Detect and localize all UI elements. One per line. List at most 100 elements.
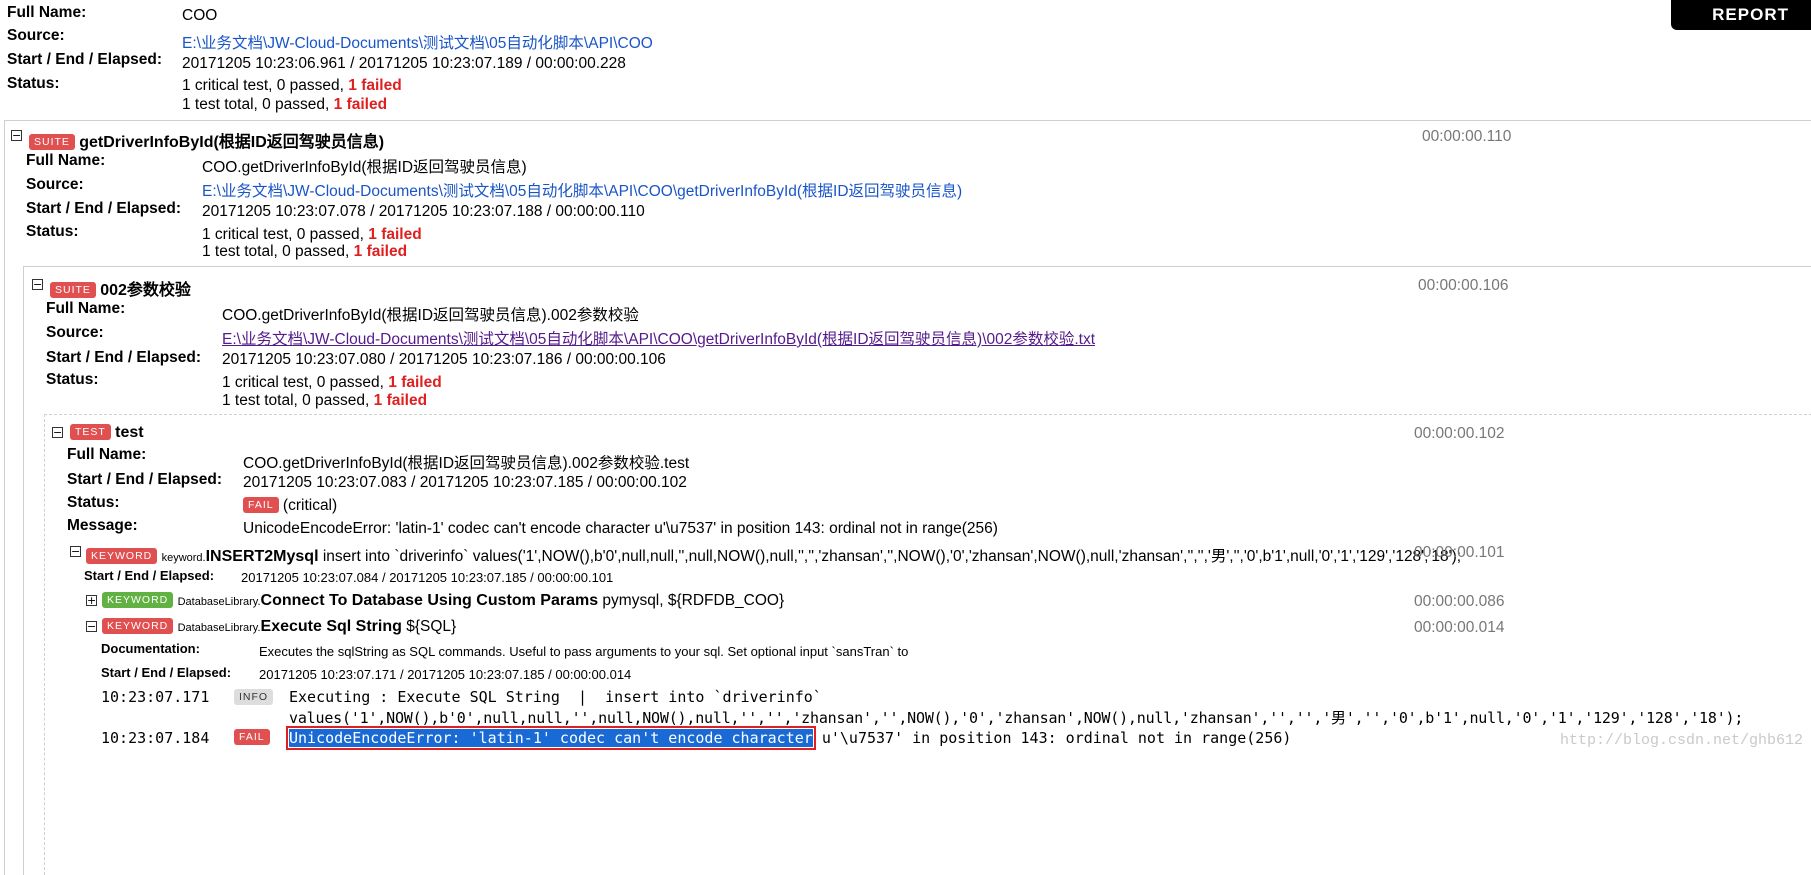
failed-count: 1 failed xyxy=(373,392,428,409)
keyword-args: pymysql, ${RDFDB_COO} xyxy=(602,592,785,609)
suite-elapsed: 00:00:00.110 xyxy=(1422,128,1512,145)
failed-count: 1 failed xyxy=(353,243,408,260)
status-label: Status: xyxy=(46,371,99,388)
test-badge: TEST xyxy=(70,424,111,440)
status-label: Status: xyxy=(7,75,60,92)
failed-count: 1 failed xyxy=(388,374,442,391)
full-name-label: Full Name: xyxy=(26,152,106,169)
status-line-1: 1 critical test, 0 passed, 1 failed xyxy=(202,226,422,244)
suite-elapsed: 00:00:00.106 xyxy=(1418,277,1509,294)
suite-badge: SUITE xyxy=(50,282,96,298)
full-name-value: COO xyxy=(182,7,218,24)
log-timestamp: 10:23:07.171 xyxy=(101,688,210,706)
status-text: 1 test total, 0 passed, xyxy=(182,96,334,113)
full-name-label: Full Name: xyxy=(7,4,87,21)
keyword-library: keyword. xyxy=(161,552,206,564)
suite-header[interactable]: SUITE getDriverInfoById(根据ID返回驾驶员信息) xyxy=(29,128,384,152)
full-name-label: Full Name: xyxy=(67,446,147,463)
time-value: 20171205 10:23:07.084 / 20171205 10:23:0… xyxy=(241,570,614,585)
status-line-2: 1 test total, 0 passed, 1 failed xyxy=(222,392,427,410)
log-fail-message[interactable]: UnicodeEncodeError: 'latin-1' codec can'… xyxy=(286,726,1292,750)
time-label: Start / End / Elapsed: xyxy=(7,51,163,68)
keyword-name: Connect To Database Using Custom Params xyxy=(260,592,599,609)
status-value: FAIL (critical) xyxy=(243,497,337,515)
suite-badge: SUITE xyxy=(29,134,75,150)
source-link[interactable]: E:\业务文档\JW-Cloud-Documents\测试文档\05自动化脚本\… xyxy=(202,179,962,201)
source-link[interactable]: E:\业务文档\JW-Cloud-Documents\测试文档\05自动化脚本\… xyxy=(182,31,653,53)
log-message-line: Executing : Execute SQL String | insert … xyxy=(289,688,822,706)
collapse-toggle[interactable]: − xyxy=(11,130,22,141)
suite-name: getDriverInfoById(根据ID返回驾驶员信息) xyxy=(79,134,385,151)
collapse-toggle[interactable]: − xyxy=(70,546,81,557)
status-text: 1 test total, 0 passed, xyxy=(202,243,354,260)
full-name-label: Full Name: xyxy=(46,300,126,317)
time-label: Start / End / Elapsed: xyxy=(84,568,215,583)
keyword-elapsed: 00:00:00.014 xyxy=(1414,619,1505,636)
keyword-header[interactable]: KEYWORD DatabaseLibrary.Execute Sql Stri… xyxy=(102,618,456,636)
time-value: 20171205 10:23:07.171 / 20171205 10:23:0… xyxy=(259,667,632,682)
time-value: 20171205 10:23:07.078 / 20171205 10:23:0… xyxy=(202,203,645,220)
suite-header[interactable]: SUITE 002参数校验 xyxy=(50,276,191,300)
message-value: UnicodeEncodeError: 'latin-1' codec can'… xyxy=(243,520,998,537)
expand-toggle[interactable]: + xyxy=(86,595,97,606)
report-link[interactable]: REPORT xyxy=(1671,0,1811,30)
time-label: Start / End / Elapsed: xyxy=(26,200,182,217)
status-line-2: 1 test total, 0 passed, 1 failed xyxy=(182,96,387,114)
status-line-1: 1 critical test, 0 passed, 1 failed xyxy=(222,374,442,392)
failed-count: 1 failed xyxy=(333,96,388,113)
test-elapsed: 00:00:00.102 xyxy=(1414,425,1505,442)
keyword-badge: KEYWORD xyxy=(102,618,174,634)
critical-text: (critical) xyxy=(282,497,338,514)
keyword-library: DatabaseLibrary. xyxy=(177,622,261,634)
keyword-badge: KEYWORD xyxy=(102,592,174,608)
status-line-2: 1 test total, 0 passed, 1 failed xyxy=(202,243,407,261)
full-name-value: COO.getDriverInfoById(根据ID返回驾驶员信息).002参数… xyxy=(243,455,690,472)
keyword-elapsed: 00:00:00.086 xyxy=(1414,593,1505,610)
keyword-header[interactable]: KEYWORD DatabaseLibrary.Connect To Datab… xyxy=(102,592,784,610)
keyword-header[interactable]: KEYWORD keyword.INSERT2Mysql insert into… xyxy=(86,544,1461,566)
keyword-badge: KEYWORD xyxy=(86,548,158,564)
time-value: 20171205 10:23:06.961 / 20171205 10:23:0… xyxy=(182,55,626,72)
time-label: Start / End / Elapsed: xyxy=(101,665,232,680)
time-value: 20171205 10:23:07.080 / 20171205 10:23:0… xyxy=(222,351,666,368)
log-message-line: values('1',NOW(),b'0',null,null,'',null,… xyxy=(289,709,1744,727)
status-text: 1 critical test, 0 passed, xyxy=(222,374,389,391)
failed-count: 1 failed xyxy=(348,77,402,94)
full-name-value: COO.getDriverInfoById(根据ID返回驾驶员信息) xyxy=(202,159,527,176)
keyword-library: DatabaseLibrary. xyxy=(177,596,261,608)
status-text: 1 critical test, 0 passed, xyxy=(202,226,369,243)
info-badge: INFO xyxy=(234,689,274,705)
documentation-value: Executes the sqlString as SQL commands. … xyxy=(259,644,909,659)
collapse-toggle[interactable]: − xyxy=(32,279,43,290)
status-label: Status: xyxy=(67,494,120,511)
keyword-name: INSERT2Mysql xyxy=(205,548,319,565)
message-label: Message: xyxy=(67,517,138,534)
full-name-value: COO.getDriverInfoById(根据ID返回驾驶员信息).002参数… xyxy=(222,307,639,324)
log-level: FAIL xyxy=(234,729,270,747)
suite-name: 002参数校验 xyxy=(100,282,191,299)
keyword-args: ${SQL} xyxy=(406,618,457,635)
watermark: http://blog.csdn.net/ghb612 xyxy=(1559,732,1803,749)
test-header[interactable]: TEST test xyxy=(70,424,144,442)
documentation-label: Documentation: xyxy=(101,641,200,656)
collapse-toggle[interactable]: − xyxy=(52,427,63,438)
time-label: Start / End / Elapsed: xyxy=(46,349,202,366)
time-label: Start / End / Elapsed: xyxy=(67,471,223,488)
status-line-1: 1 critical test, 0 passed, 1 failed xyxy=(182,77,402,95)
test-name: test xyxy=(115,424,144,441)
source-label: Source: xyxy=(46,324,104,341)
log-timestamp: 10:23:07.184 xyxy=(101,729,210,747)
log-level: INFO xyxy=(234,689,274,707)
source-label: Source: xyxy=(7,27,65,44)
status-text: 1 test total, 0 passed, xyxy=(222,392,374,409)
time-value: 20171205 10:23:07.083 / 20171205 10:23:0… xyxy=(243,474,687,491)
selected-text[interactable]: UnicodeEncodeError: 'latin-1' codec can'… xyxy=(286,726,816,750)
log-message-rest: u'\u7537' in position 143: ordinal not i… xyxy=(812,729,1292,747)
status-label: Status: xyxy=(26,223,79,240)
fail-badge: FAIL xyxy=(243,497,279,513)
keyword-args: insert into `driverinfo` values('1',NOW(… xyxy=(322,548,1462,565)
source-link[interactable]: E:\业务文档\JW-Cloud-Documents\测试文档\05自动化脚本\… xyxy=(222,327,1095,349)
collapse-toggle[interactable]: − xyxy=(86,621,97,632)
source-label: Source: xyxy=(26,176,84,193)
keyword-name: Execute Sql String xyxy=(260,618,402,635)
